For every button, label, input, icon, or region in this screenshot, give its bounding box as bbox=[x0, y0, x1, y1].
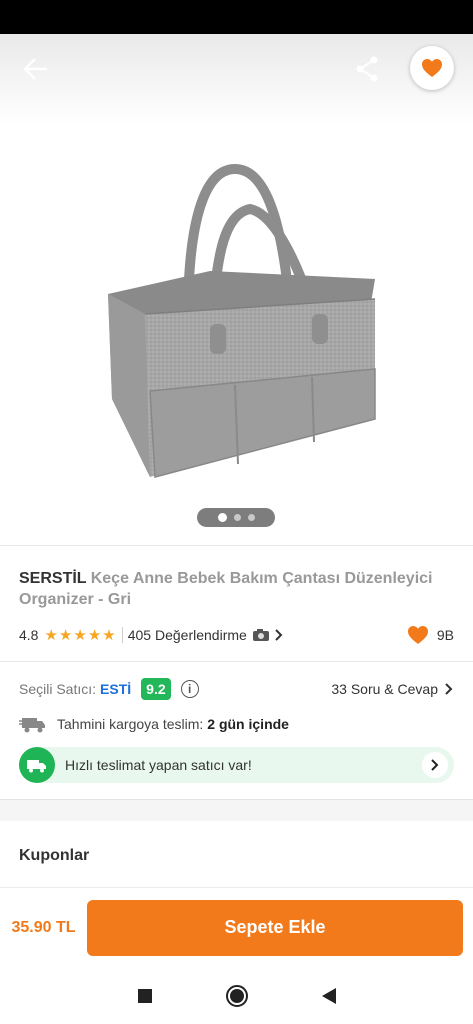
shipping-value: 2 gün içinde bbox=[207, 716, 289, 732]
share-button[interactable] bbox=[352, 54, 382, 84]
divider bbox=[121, 627, 123, 643]
star-icon: ★ bbox=[44, 626, 58, 644]
bottom-bar: 35.90 TL Sepete Ekle bbox=[0, 887, 473, 967]
reviews-link[interactable]: 405 Değerlendirme bbox=[128, 627, 247, 643]
stop-icon[interactable] bbox=[137, 988, 153, 1004]
home-icon[interactable] bbox=[225, 984, 249, 1008]
seller-section: Seçili Satıcı: ESTİ 9.2 i 33 Soru & Ceva… bbox=[0, 661, 473, 783]
star-icon: ★ bbox=[58, 626, 73, 644]
truck-icon bbox=[19, 718, 45, 733]
favorite-button[interactable] bbox=[410, 46, 454, 90]
rating-row[interactable]: 4.8 ★ ★ ★ ★ ★ 405 Değerlendirme 9B bbox=[19, 623, 454, 647]
fast-delivery-text: Hızlı teslimat yapan satıcı var! bbox=[65, 757, 252, 773]
chevron-right-icon bbox=[275, 629, 283, 641]
chevron-right-icon bbox=[431, 759, 439, 771]
seller-row: Seçili Satıcı: ESTİ 9.2 i 33 Soru & Ceva… bbox=[19, 676, 454, 702]
shipping-label: Tahmini kargoya teslim: bbox=[57, 716, 204, 732]
coupons-title: Kuponlar bbox=[19, 846, 90, 864]
section-gap bbox=[0, 799, 473, 821]
system-nav-bar bbox=[0, 967, 473, 1024]
chevron-right-icon bbox=[445, 683, 453, 695]
star-icon: ★ bbox=[73, 626, 87, 644]
status-bar bbox=[0, 0, 473, 34]
seller-score-badge: 9.2 bbox=[141, 678, 171, 700]
product-title: SERSTİL Keçe Anne Bebek Bakım Çantası Dü… bbox=[19, 568, 454, 610]
add-to-cart-button[interactable]: Sepete Ekle bbox=[87, 899, 463, 956]
star-icon: ★ bbox=[87, 626, 102, 644]
pager-dot bbox=[233, 514, 241, 521]
back-button[interactable] bbox=[18, 54, 52, 84]
fast-delivery-badge bbox=[19, 747, 55, 783]
qa-label: 33 Soru & Cevap bbox=[331, 681, 438, 697]
qa-link[interactable]: 33 Soru & Cevap bbox=[331, 681, 454, 697]
share-icon bbox=[356, 56, 378, 82]
rating-stars: ★ ★ ★ ★ ★ bbox=[44, 628, 115, 643]
info-icon[interactable]: i bbox=[180, 680, 199, 698]
coupons-section[interactable]: Kuponlar bbox=[0, 821, 473, 891]
seller-label: Seçili Satıcı: bbox=[19, 681, 97, 697]
top-shade bbox=[0, 34, 473, 124]
truck-icon bbox=[27, 759, 46, 772]
gallery-pager bbox=[197, 508, 275, 527]
camera-icon bbox=[252, 629, 269, 641]
product-gallery[interactable] bbox=[0, 34, 473, 545]
brand-name[interactable]: SERSTİL bbox=[19, 570, 86, 587]
rating-value: 4.8 bbox=[19, 627, 39, 643]
pager-dot bbox=[247, 514, 255, 521]
likes[interactable]: 9B bbox=[407, 625, 454, 645]
product-info: SERSTİL Keçe Anne Bebek Bakım Çantası Dü… bbox=[0, 546, 473, 647]
back-triangle-icon[interactable] bbox=[321, 987, 337, 1005]
pager-dot bbox=[217, 513, 227, 522]
back-arrow-icon bbox=[23, 58, 48, 80]
product-image bbox=[108, 163, 376, 478]
seller-name-link[interactable]: ESTİ bbox=[100, 681, 131, 697]
heart-icon bbox=[407, 626, 428, 644]
fast-delivery-chevron[interactable] bbox=[422, 752, 448, 778]
price: 35.90 TL bbox=[11, 918, 76, 936]
heart-icon bbox=[422, 59, 442, 77]
fast-delivery-banner[interactable]: Hızlı teslimat yapan satıcı var! bbox=[19, 747, 454, 783]
shipping-row: Tahmini kargoya teslim: 2 gün içinde bbox=[19, 712, 454, 736]
likes-count: 9B bbox=[436, 627, 454, 643]
star-icon: ★ bbox=[102, 626, 116, 644]
